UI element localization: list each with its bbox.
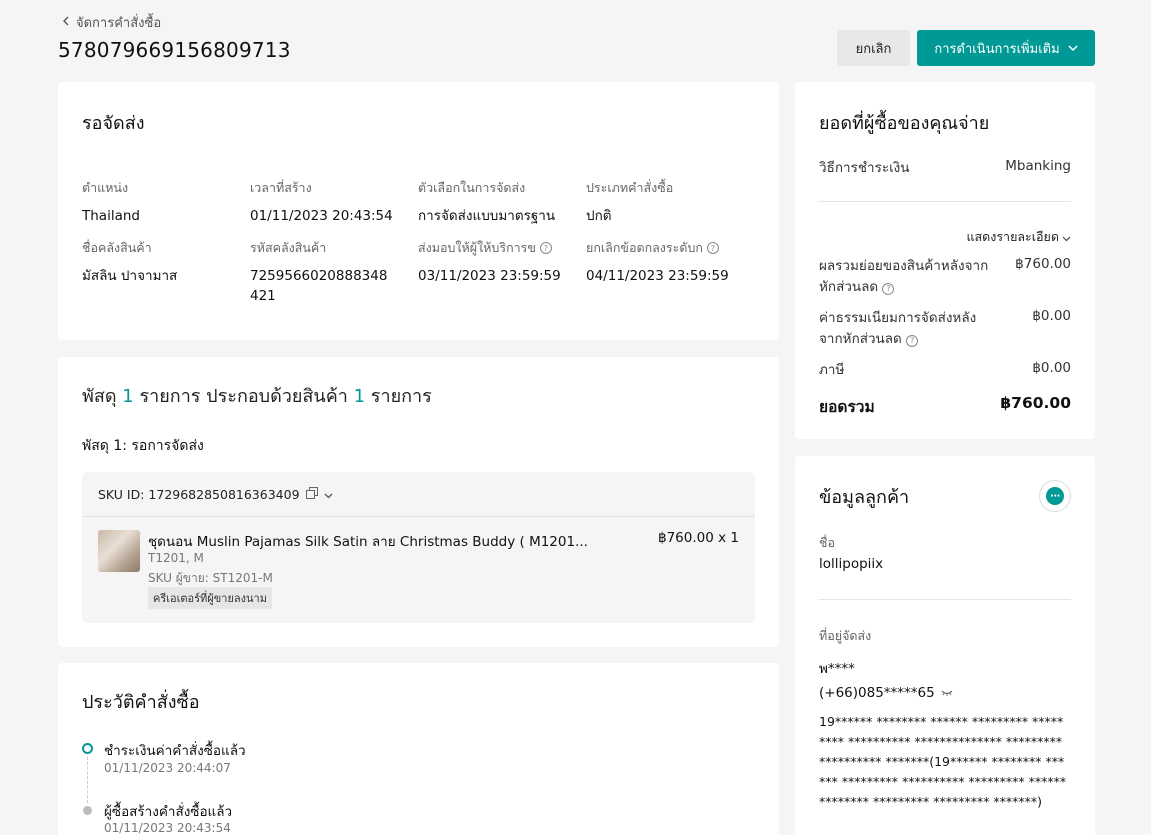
package-count: 1: [122, 386, 134, 407]
timeline-line: [87, 757, 88, 803]
timeline-dot: [83, 806, 92, 815]
package-card: พัสดุ 1 รายการ ประกอบด้วยสินค้า 1 รายการ…: [58, 357, 779, 647]
timeline-event-time: 01/11/2023 20:43:54: [104, 821, 231, 835]
product-name[interactable]: ชุดนอน Muslin Pajamas Silk Satin ลาย Chr…: [148, 530, 588, 552]
more-actions-label: การดำเนินการเพิ่มเติม: [934, 41, 1060, 57]
copy-icon[interactable]: [305, 486, 318, 502]
divider: [819, 201, 1071, 202]
info-warehouse-id: รหัสคลังสินค้า 7259566020888348421: [250, 240, 388, 305]
sku-header: SKU ID: 1729682850816363409: [82, 472, 755, 517]
timeline-event-time: 01/11/2023 20:44:07: [104, 761, 231, 775]
subtotal-row: ผลรวมย่อยของสินค้าหลังจากหักส่วนลด ? ฿76…: [819, 256, 1071, 296]
back-link[interactable]: จัดการคำสั่งซื้อ: [62, 12, 161, 33]
customer-name-label: ชื่อ: [819, 535, 835, 550]
chevron-down-icon[interactable]: [324, 487, 333, 502]
customer-title: ข้อมูลลูกค้า: [819, 487, 910, 508]
package-title: พัสดุ 1 รายการ ประกอบด้วยสินค้า 1 รายการ: [82, 386, 432, 407]
product-image[interactable]: [98, 530, 140, 572]
chat-button[interactable]: ···: [1039, 480, 1071, 512]
recipient-phone: (+66)085*****65: [819, 685, 935, 701]
recipient-name: พ****: [819, 661, 855, 677]
chevron-left-icon: [62, 15, 70, 30]
show-details-link[interactable]: แสดงรายละเอียด: [966, 227, 1071, 247]
chevron-down-icon: [1068, 41, 1078, 56]
info-warehouse-name: ชื่อคลังสินค้า มัสลิน ปาจามาส: [82, 240, 178, 284]
info-created-time: เวลาที่สร้าง 01/11/2023 20:43:54: [250, 180, 393, 224]
timeline-event-label: ผู้ซื้อสร้างคำสั่งซื้อแล้ว: [104, 804, 233, 820]
order-id: 578079669156809713: [58, 38, 291, 62]
payment-title: ยอดที่ผู้ซื้อของคุณจ่าย: [819, 113, 990, 134]
info-location: ตำแหน่ง Thailand: [82, 180, 140, 224]
order-history-card: ประวัติคำสั่งซื้อ ชำระเงินค่าคำสั่งซื้อแ…: [58, 663, 779, 835]
divider: [819, 599, 1071, 600]
payment-method-row: วิธีการชำระเงิน Mbanking: [819, 158, 1071, 176]
package-subtitle: พัสดุ 1: รอการจัดส่ง: [82, 438, 204, 454]
customer-info-card: ข้อมูลลูกค้า ··· ชื่อ lollipopiix ที่อยู…: [795, 456, 1095, 835]
shipping-fee-row: ค่าธรรมเนียมการจัดส่งหลังจากหักส่วนลด ? …: [819, 308, 1071, 348]
seller-sku: SKU ผู้ขาย: ST1201-M: [148, 571, 273, 585]
sku-id: SKU ID: 1729682850816363409: [98, 486, 300, 502]
help-icon[interactable]: ?: [539, 242, 552, 254]
more-actions-button[interactable]: การดำเนินการเพิ่มเติม: [917, 30, 1095, 66]
total-row: ยอดรวม ฿760.00: [819, 394, 1071, 416]
customer-name: lollipopiix: [819, 556, 884, 572]
info-handover-deadline: ส่งมอบให้ผู้ให้บริการข ? 03/11/2023 23:5…: [418, 240, 561, 284]
cancel-button[interactable]: ยกเลิก: [837, 30, 910, 66]
info-cancel-sla: ยกเลิกข้อตกลงระดับก ? 04/11/2023 23:59:5…: [586, 240, 729, 284]
shipping-address-label: ที่อยู่จัดส่ง: [819, 628, 872, 643]
eye-hidden-icon[interactable]: [941, 685, 953, 701]
help-icon[interactable]: ?: [882, 283, 895, 296]
product-variant: T1201, M: [148, 551, 204, 565]
timeline-dot-active: [82, 743, 93, 754]
item-count: 1: [353, 386, 366, 407]
status-title: รอจัดส่ง: [82, 113, 145, 134]
help-icon[interactable]: ?: [706, 242, 719, 254]
status-card: รอจัดส่ง ตำแหน่ง Thailand เวลาที่สร้าง 0…: [58, 82, 779, 340]
info-shipping-option: ตัวเลือกในการจัดส่ง การจัดส่งแบบมาตรฐาน: [418, 180, 556, 224]
back-link-label: จัดการคำสั่งซื้อ: [76, 16, 162, 31]
buyer-payment-card: ยอดที่ผู้ซื้อของคุณจ่าย วิธีการชำระเงิน …: [795, 82, 1095, 439]
shipping-address: 19****** ******** ****** ********* *****…: [819, 714, 1067, 809]
recipient-phone-row: (+66)085*****65: [819, 685, 953, 701]
tax-row: ภาษี ฿0.00: [819, 360, 1071, 378]
help-icon[interactable]: ?: [906, 335, 919, 348]
chevron-down-icon: [1062, 230, 1071, 245]
chat-icon: ···: [1046, 487, 1064, 505]
info-order-type: ประเภทคำสั่งซื้อ ปกติ: [586, 180, 674, 224]
sku-box: SKU ID: 1729682850816363409 ชุดนอน Musli…: [82, 472, 755, 623]
product-price-qty: ฿760.00 x 1: [658, 530, 739, 546]
creator-tag: ครีเอเตอร์ที่ผู้ขายลงนาม: [148, 587, 272, 609]
history-title: ประวัติคำสั่งซื้อ: [82, 692, 200, 713]
timeline-event-label: ชำระเงินค่าคำสั่งซื้อแล้ว: [104, 743, 246, 759]
